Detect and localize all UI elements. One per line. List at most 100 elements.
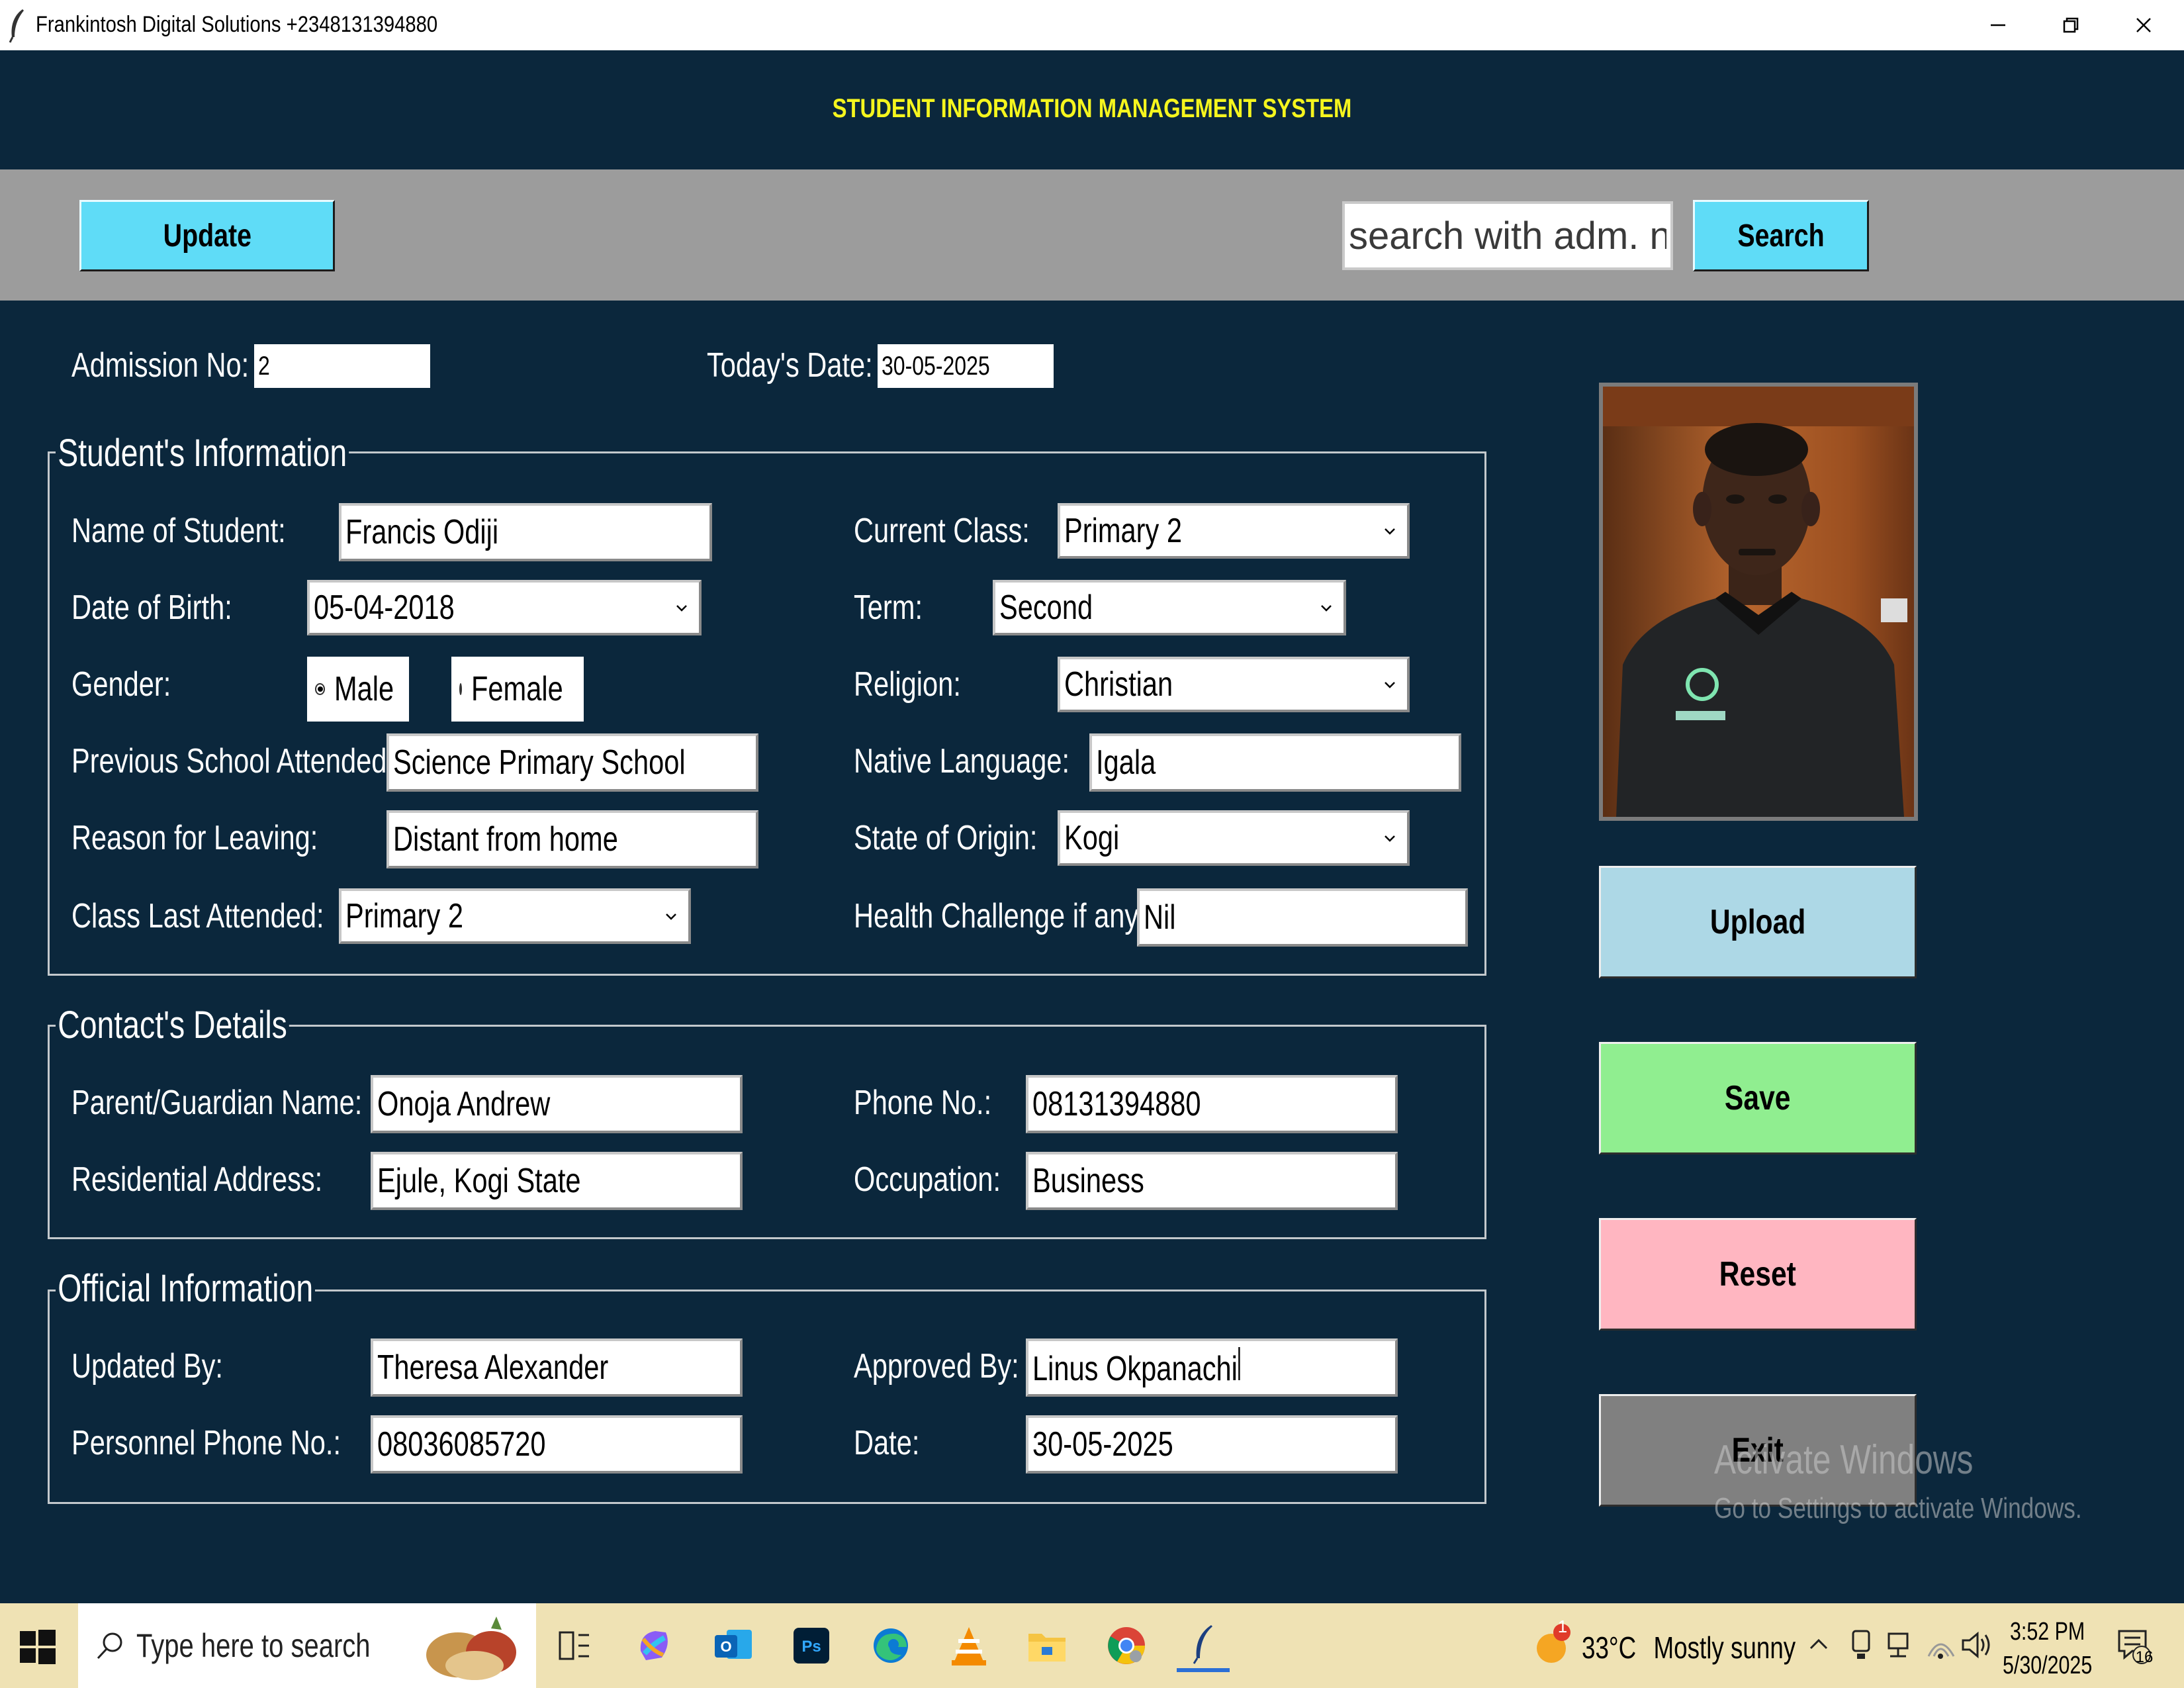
native-language-field[interactable]: Igala: [1089, 733, 1461, 792]
copilot-icon[interactable]: [627, 1619, 680, 1672]
chevron-down-icon: [1385, 835, 1395, 842]
gender-male-radio[interactable]: Male: [307, 657, 409, 722]
chrome-icon[interactable]: [1100, 1619, 1153, 1672]
previous-school-label: Previous School Attended:: [71, 742, 394, 780]
approved-by-text: Linus Okpanachi: [1032, 1346, 1240, 1389]
volume-icon[interactable]: [1960, 1628, 1992, 1662]
reset-button[interactable]: Reset: [1599, 1218, 1917, 1331]
search-button-label: Search: [1737, 218, 1825, 254]
state-of-origin-value: Kogi: [1064, 819, 1120, 857]
radio-selected-icon: [315, 683, 326, 695]
search-button[interactable]: Search: [1693, 200, 1869, 271]
guardian-name-field[interactable]: Onoja Andrew: [371, 1075, 743, 1133]
gender-male-label: Male: [334, 670, 394, 708]
term-value: Second: [999, 588, 1093, 627]
native-language-label: Native Language:: [854, 742, 1070, 780]
feather-app-icon: [9, 9, 24, 43]
update-button-label: Update: [163, 218, 251, 254]
residential-address-label: Residential Address:: [71, 1160, 323, 1199]
admission-no-value: 2: [258, 351, 270, 381]
occupation-field[interactable]: Business: [1026, 1152, 1398, 1210]
phone-no-field[interactable]: 08131394880: [1026, 1075, 1398, 1133]
guardian-name-label: Parent/Guardian Name:: [71, 1084, 363, 1122]
search-input[interactable]: [1342, 201, 1673, 270]
name-of-student-field[interactable]: Francis Odiji: [339, 503, 712, 561]
taskbar: Type here to search O Ps 1 33°C Mostly s…: [0, 1603, 2184, 1688]
clock-time: 3:52 PM: [2010, 1618, 2085, 1646]
gender-female-radio[interactable]: Female: [451, 657, 584, 722]
current-class-value: Primary 2: [1064, 512, 1182, 550]
occupation-label: Occupation:: [854, 1160, 1001, 1199]
phone-no-label: Phone No.:: [854, 1084, 992, 1122]
notification-count: 16: [2135, 1648, 2154, 1666]
system-title: STUDENT INFORMATION MANAGEMENT SYSTEM: [832, 94, 1352, 123]
current-class-select[interactable]: Primary 2: [1058, 503, 1410, 559]
save-button[interactable]: Save: [1599, 1042, 1917, 1154]
approved-by-field[interactable]: Linus Okpanachi: [1026, 1338, 1398, 1397]
residential-address-value: Ejule, Kogi State: [377, 1162, 581, 1200]
file-explorer-icon[interactable]: [1021, 1619, 1073, 1672]
phone-no-value: 08131394880: [1032, 1085, 1201, 1123]
close-button[interactable]: [2107, 0, 2180, 50]
personnel-phone-value: 08036085720: [377, 1425, 546, 1464]
restore-button[interactable]: [2034, 0, 2107, 50]
toolbar: Update Search: [0, 169, 2184, 301]
term-select[interactable]: Second: [993, 580, 1346, 635]
state-of-origin-label: State of Origin:: [854, 819, 1038, 857]
admission-no-field[interactable]: 2: [254, 344, 430, 388]
update-button[interactable]: Update: [79, 200, 335, 271]
religion-label: Religion:: [854, 665, 961, 704]
vlc-icon[interactable]: [942, 1619, 995, 1672]
class-last-attended-label: Class Last Attended:: [71, 897, 324, 935]
class-last-attended-value: Primary 2: [345, 897, 463, 935]
taskbar-clock[interactable]: 3:52 PM 5/30/2025: [2003, 1615, 2092, 1683]
taskbar-search-box[interactable]: Type here to search: [78, 1603, 536, 1688]
chevron-down-icon: [676, 605, 687, 612]
wifi-icon[interactable]: [1926, 1630, 1956, 1662]
chevron-up-icon[interactable]: [1807, 1632, 1831, 1656]
date-of-birth-value: 05-04-2018: [314, 588, 455, 627]
task-view-icon[interactable]: [548, 1619, 601, 1672]
personnel-phone-field[interactable]: 08036085720: [371, 1415, 743, 1474]
reason-for-leaving-field[interactable]: Distant from home: [387, 810, 758, 868]
meet-now-icon[interactable]: [1848, 1627, 1874, 1662]
weather-description: Mostly sunny: [1653, 1630, 1796, 1665]
network-icon[interactable]: [1885, 1627, 1918, 1662]
save-button-label: Save: [1725, 1079, 1791, 1117]
chevron-down-icon: [1385, 528, 1395, 535]
religion-select[interactable]: Christian: [1058, 657, 1410, 712]
religion-value: Christian: [1064, 665, 1173, 704]
approved-by-label: Approved By:: [854, 1347, 1019, 1385]
official-date-field[interactable]: 30-05-2025: [1026, 1415, 1398, 1474]
minimize-button[interactable]: [1962, 0, 2034, 50]
reason-for-leaving-label: Reason for Leaving:: [71, 819, 318, 857]
state-of-origin-select[interactable]: Kogi: [1058, 810, 1410, 866]
residential-address-field[interactable]: Ejule, Kogi State: [371, 1152, 743, 1210]
svg-text:O: O: [720, 1638, 731, 1655]
previous-school-field[interactable]: Science Primary School: [387, 733, 758, 792]
weather-widget[interactable]: 33°C Mostly sunny: [1582, 1630, 1796, 1665]
photoshop-icon[interactable]: Ps: [785, 1619, 838, 1672]
upload-button[interactable]: Upload: [1599, 866, 1917, 978]
clock-date: 5/30/2025: [2003, 1652, 2093, 1680]
reason-for-leaving-value: Distant from home: [393, 820, 618, 859]
outlook-icon[interactable]: O: [707, 1619, 760, 1672]
date-of-birth-picker[interactable]: 05-04-2018: [307, 580, 702, 635]
gender-label: Gender:: [71, 665, 171, 704]
search-icon: [97, 1632, 122, 1660]
todays-date-value: 30-05-2025: [882, 351, 990, 381]
health-challenge-field[interactable]: Nil: [1137, 888, 1468, 947]
edge-icon[interactable]: [864, 1619, 917, 1672]
todays-date-label: Today's Date:: [707, 346, 873, 385]
reset-button-label: Reset: [1719, 1255, 1797, 1293]
feather-app-taskbar-icon[interactable]: [1177, 1619, 1230, 1672]
updated-by-field[interactable]: Theresa Alexander: [371, 1338, 743, 1397]
close-icon: [2136, 18, 2151, 32]
class-last-attended-select[interactable]: Primary 2: [339, 888, 691, 944]
admission-no-label: Admission No:: [71, 346, 250, 385]
todays-date-field[interactable]: 30-05-2025: [878, 344, 1054, 388]
taskbar-search-placeholder: Type here to search: [136, 1627, 371, 1664]
occupation-value: Business: [1032, 1162, 1144, 1200]
gender-female-label: Female: [471, 670, 563, 708]
windows-start-icon[interactable]: [17, 1627, 57, 1667]
